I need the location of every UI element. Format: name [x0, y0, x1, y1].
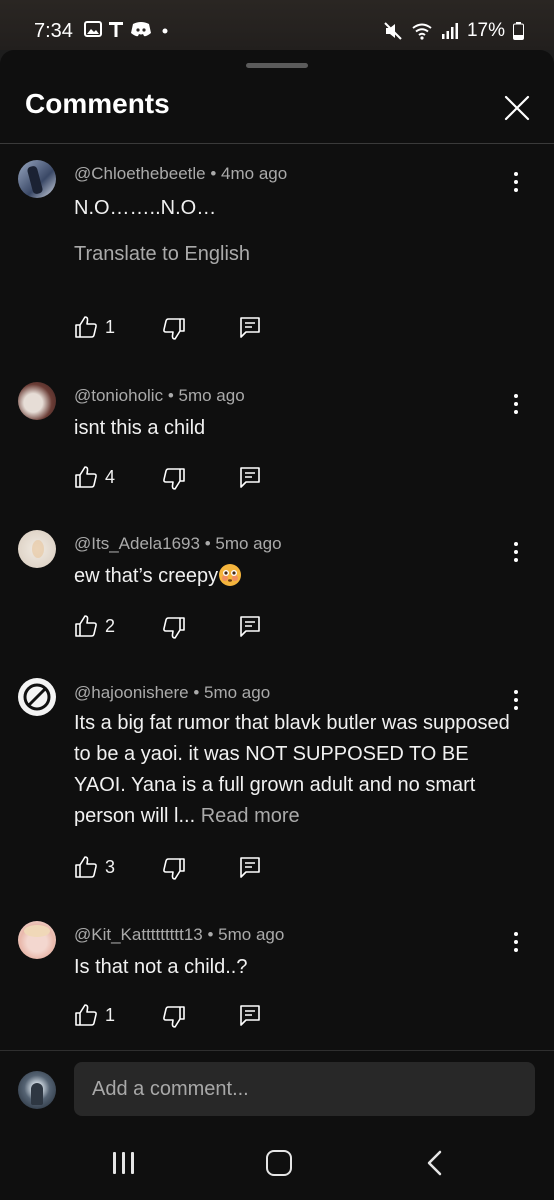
gallery-icon	[84, 21, 102, 37]
system-status: 17%	[383, 20, 524, 42]
like-count: 2	[105, 616, 116, 636]
like-icon[interactable]	[74, 855, 98, 879]
comment-time: 4mo ago	[221, 164, 288, 183]
like-icon[interactable]	[74, 1003, 98, 1027]
comment-author[interactable]: @hajoonishere	[74, 683, 189, 702]
system-nav-bar	[0, 1135, 554, 1200]
read-more-link[interactable]: Read more	[201, 805, 300, 827]
composer-divider	[0, 1050, 554, 1051]
signal-icon	[441, 23, 458, 39]
comment-text: Its a big fat rumor that blavk butler wa…	[74, 708, 524, 832]
more-options-icon[interactable]	[506, 930, 526, 954]
more-options-icon[interactable]	[506, 170, 526, 194]
comment-input[interactable]	[74, 1062, 535, 1116]
like-count: 4	[105, 467, 116, 487]
comment-author[interactable]: @Chloethebeetle	[74, 164, 206, 183]
close-icon[interactable]	[503, 94, 531, 122]
mute-icon	[384, 22, 402, 40]
avatar[interactable]	[18, 530, 56, 568]
t-icon	[109, 22, 123, 37]
comment-meta: @Its_Adela1693 • 5mo ago	[74, 534, 282, 553]
like-icon[interactable]	[74, 315, 98, 339]
comment-actions: 4	[74, 465, 274, 491]
comment-composer	[0, 50, 554, 1116]
no-entry-icon	[23, 683, 51, 711]
avatar[interactable]	[18, 160, 56, 198]
comment-author[interactable]: @tonioholic	[74, 386, 163, 405]
reply-icon[interactable]	[238, 1003, 262, 1027]
comment-meta: @Chloethebeetle • 4mo ago	[74, 164, 288, 183]
comment-actions: 3	[74, 855, 274, 881]
recents-icon[interactable]	[112, 1152, 136, 1174]
status-time: 7:34	[34, 20, 73, 42]
header-divider	[0, 143, 554, 144]
comment-actions: 1	[74, 315, 274, 341]
avatar[interactable]	[18, 382, 56, 420]
comment-text: isnt this a child	[74, 417, 206, 439]
translate-link[interactable]: Translate to English	[74, 243, 250, 266]
reply-icon[interactable]	[238, 465, 262, 489]
dislike-icon[interactable]	[162, 616, 186, 640]
like-icon[interactable]	[74, 465, 98, 489]
like-count: 1	[105, 1005, 116, 1025]
comment-time: 5mo ago	[178, 386, 245, 405]
comment-meta: @hajoonishere • 5mo ago	[74, 683, 271, 702]
comment-text: N.O……..N.O…	[74, 197, 217, 219]
back-icon[interactable]	[425, 1149, 445, 1177]
comment-time: 5mo ago	[204, 683, 271, 702]
discord-icon	[131, 22, 151, 37]
page-title: Comments	[25, 88, 170, 119]
comment-meta: @Kit_Kattttttttt13 • 5mo ago	[74, 925, 285, 944]
comment-text: ew that’s creepy	[74, 561, 514, 592]
comment-actions: 1	[74, 1003, 274, 1029]
comment-actions: 2	[74, 614, 274, 640]
like-icon[interactable]	[74, 614, 98, 638]
comment-text: Is that not a child..?	[74, 956, 248, 978]
flushed-emoji-icon	[219, 564, 242, 586]
avatar[interactable]	[18, 921, 56, 959]
avatar[interactable]	[18, 678, 56, 716]
dislike-icon[interactable]	[162, 857, 186, 881]
comment-time: 5mo ago	[215, 534, 282, 553]
notification-icons	[84, 20, 172, 38]
drag-handle[interactable]	[246, 63, 308, 68]
user-avatar	[18, 1071, 56, 1109]
reply-icon[interactable]	[238, 855, 262, 879]
dislike-icon[interactable]	[162, 467, 186, 491]
comment-time: 5mo ago	[218, 925, 285, 944]
wifi-icon	[412, 23, 432, 40]
status-bar: 7:34 17%	[0, 0, 554, 50]
reply-icon[interactable]	[238, 315, 262, 339]
battery-icon	[513, 22, 524, 40]
comment-author[interactable]: @Kit_Kattttttttt13	[74, 925, 203, 944]
home-icon[interactable]	[266, 1150, 292, 1176]
like-count: 1	[105, 317, 116, 337]
dislike-icon[interactable]	[162, 1005, 186, 1029]
battery-percent: 17%	[466, 20, 505, 41]
reply-icon[interactable]	[238, 614, 262, 638]
like-count: 3	[105, 857, 116, 877]
comment-author[interactable]: @Its_Adela1693	[74, 534, 200, 553]
dislike-icon[interactable]	[162, 317, 186, 341]
comment-meta: @tonioholic • 5mo ago	[74, 386, 245, 405]
comment-text-content: ew that’s creepy	[74, 565, 219, 587]
dot-icon	[162, 28, 168, 34]
